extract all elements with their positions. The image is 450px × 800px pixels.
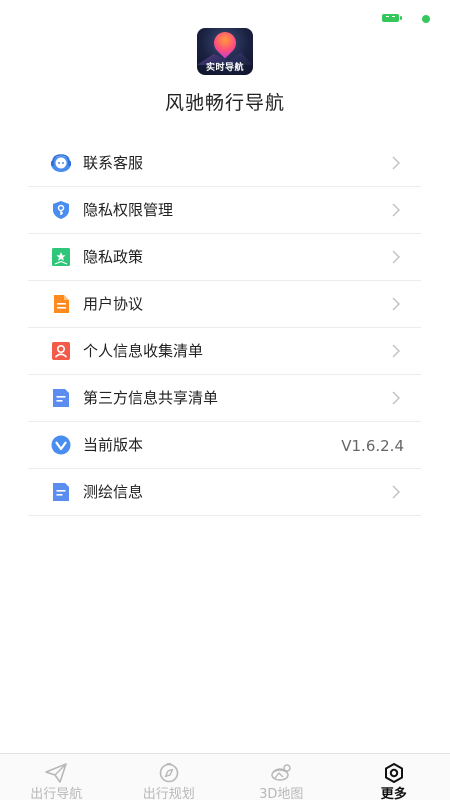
customer-service-icon	[51, 154, 71, 172]
chevron-right-icon	[392, 203, 401, 217]
version-value: V1.6.2.4	[341, 437, 404, 455]
settings-menu: 联系客服 隐私权限管理 隐私政策 用户协议 个人信息收集清单 第三方信息共享清单…	[28, 140, 421, 516]
tab-travel-planning[interactable]: 出行规划	[113, 754, 226, 800]
app-name: 风驰畅行导航	[164, 92, 285, 114]
tab-3d-map[interactable]: 3D地图	[225, 754, 338, 800]
tab-more[interactable]: 更多	[338, 754, 450, 800]
person-card-icon	[52, 342, 70, 360]
tab-travel-navigation[interactable]: 出行导航	[0, 754, 113, 800]
globe-route-icon	[271, 764, 291, 781]
menu-item-personal-info-list[interactable]: 个人信息收集清单	[28, 328, 421, 375]
chevron-right-icon	[392, 485, 401, 499]
menu-item-label: 隐私权限管理	[83, 201, 174, 219]
menu-item-label: 第三方信息共享清单	[83, 389, 219, 407]
compass-icon	[159, 763, 179, 783]
list-doc-icon	[53, 389, 69, 407]
chevron-right-icon	[392, 391, 401, 405]
app-logo: 实时导航	[197, 28, 253, 75]
menu-item-privacy-policy[interactable]: 隐私政策	[28, 234, 421, 281]
menu-item-third-party-sharing[interactable]: 第三方信息共享清单	[28, 375, 421, 422]
menu-item-current-version[interactable]: 当前版本 V1.6.2.4	[28, 422, 421, 469]
chevron-right-icon	[392, 250, 401, 264]
version-icon	[51, 435, 71, 455]
chevron-right-icon	[392, 297, 401, 311]
menu-item-label: 隐私政策	[83, 248, 144, 266]
tab-label: 出行规划	[142, 787, 195, 800]
menu-item-privacy-permissions[interactable]: 隐私权限管理	[28, 187, 421, 234]
paper-plane-icon	[45, 763, 68, 783]
tab-label: 出行导航	[30, 787, 83, 800]
menu-item-label: 当前版本	[83, 436, 144, 454]
bottom-tab-bar: 出行导航 出行规划 3D地图 更多	[0, 753, 450, 800]
tab-label: 3D地图	[259, 787, 304, 800]
app-logo-text: 实时导航	[205, 63, 244, 73]
menu-item-surveying-info[interactable]: 测绘信息	[28, 469, 421, 516]
menu-item-label: 用户协议	[83, 295, 144, 313]
tab-label: 更多	[380, 787, 407, 800]
menu-item-label: 个人信息收集清单	[83, 342, 204, 360]
menu-item-label: 联系客服	[83, 154, 144, 172]
document-icon	[54, 295, 69, 313]
chevron-right-icon	[392, 156, 401, 170]
chevron-right-icon	[392, 344, 401, 358]
menu-item-label: 测绘信息	[83, 483, 144, 501]
menu-item-user-agreement[interactable]: 用户协议	[28, 281, 421, 328]
battery-level-indicator	[386, 16, 395, 20]
status-bar	[0, 0, 450, 26]
menu-item-customer-service[interactable]: 联系客服	[28, 140, 421, 187]
list-doc-icon	[53, 483, 69, 501]
hexagon-settings-icon	[384, 763, 403, 783]
shield-key-icon	[53, 201, 69, 219]
bookmark-star-icon	[52, 248, 70, 266]
signal-dot-icon	[422, 15, 430, 23]
